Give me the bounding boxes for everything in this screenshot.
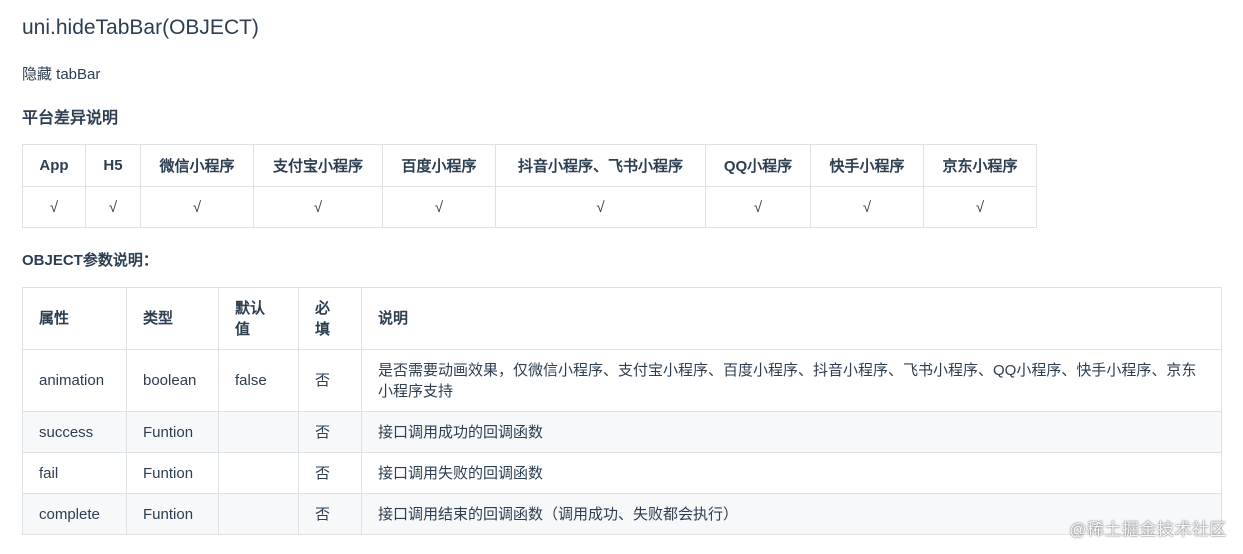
platform-header-weixin: 微信小程序	[140, 144, 254, 187]
param-required: 否	[298, 411, 362, 453]
param-desc: 是否需要动画效果，仅微信小程序、支付宝小程序、百度小程序、抖音小程序、飞书小程序…	[361, 349, 1222, 412]
platform-header-douyin: 抖音小程序、飞书小程序	[495, 144, 706, 187]
param-required: 否	[298, 452, 362, 494]
platform-header-h5: H5	[85, 144, 141, 187]
param-default	[218, 493, 299, 535]
object-params-table: 属性 类型 默认 值 必 填 说明 animation boolean fals…	[22, 287, 1222, 535]
param-attr: success	[22, 411, 127, 453]
support-cell: √	[22, 186, 86, 228]
param-desc: 接口调用失败的回调函数	[361, 452, 1222, 494]
param-type: Funtion	[126, 452, 219, 494]
platform-header-alipay: 支付宝小程序	[253, 144, 383, 187]
param-attr: complete	[22, 493, 127, 535]
params-header-desc: 说明	[361, 287, 1222, 350]
params-header-required: 必 填	[298, 287, 362, 350]
support-cell: √	[705, 186, 811, 228]
params-header-default: 默认 值	[218, 287, 299, 350]
param-required: 否	[298, 349, 362, 412]
platform-header-baidu: 百度小程序	[382, 144, 496, 187]
param-type: Funtion	[126, 411, 219, 453]
param-type: Funtion	[126, 493, 219, 535]
params-header-required-line2: 填	[315, 320, 331, 338]
support-cell: √	[253, 186, 383, 228]
param-required: 否	[298, 493, 362, 535]
platform-table: App H5 微信小程序 支付宝小程序 百度小程序 抖音小程序、飞书小程序 QQ…	[22, 144, 1037, 228]
watermark: @稀土掘金技术社区	[1069, 520, 1227, 539]
platform-header-qq: QQ小程序	[705, 144, 811, 187]
support-cell: √	[495, 186, 706, 228]
table-row: fail Funtion 否 接口调用失败的回调函数	[22, 452, 1222, 494]
support-cell: √	[923, 186, 1037, 228]
platform-header-kuaishou: 快手小程序	[810, 144, 924, 187]
params-header-default-line1: 默认	[235, 299, 266, 317]
support-cell: √	[382, 186, 496, 228]
platform-header-jd: 京东小程序	[923, 144, 1037, 187]
params-header-default-line2: 值	[235, 320, 251, 338]
platform-support-row: √ √ √ √ √ √ √ √ √	[22, 186, 1037, 228]
table-row: complete Funtion 否 接口调用结束的回调函数（调用成功、失败都会…	[22, 493, 1222, 535]
param-default	[218, 452, 299, 494]
platform-header-row: App H5 微信小程序 支付宝小程序 百度小程序 抖音小程序、飞书小程序 QQ…	[22, 144, 1037, 187]
support-cell: √	[140, 186, 254, 228]
param-default	[218, 411, 299, 453]
page-title: uni.hideTabBar(OBJECT)	[22, 16, 259, 39]
support-cell: √	[810, 186, 924, 228]
param-default: false	[218, 349, 299, 412]
param-attr: fail	[22, 452, 127, 494]
object-section-title: OBJECT参数说明：	[22, 252, 158, 269]
param-desc: 接口调用成功的回调函数	[361, 411, 1222, 453]
table-row: success Funtion 否 接口调用成功的回调函数	[22, 411, 1222, 453]
params-header-attr: 属性	[22, 287, 127, 350]
page-description: 隐藏 tabBar	[22, 66, 101, 83]
params-header-required-line1: 必	[315, 299, 331, 317]
params-header-type: 类型	[126, 287, 219, 350]
params-header-row: 属性 类型 默认 值 必 填 说明	[22, 287, 1222, 350]
platform-section-title: 平台差异说明	[22, 110, 119, 127]
param-type: boolean	[126, 349, 219, 412]
table-row: animation boolean false 否 是否需要动画效果，仅微信小程…	[22, 349, 1222, 412]
param-attr: animation	[22, 349, 127, 412]
platform-header-app: App	[22, 144, 86, 187]
support-cell: √	[85, 186, 141, 228]
